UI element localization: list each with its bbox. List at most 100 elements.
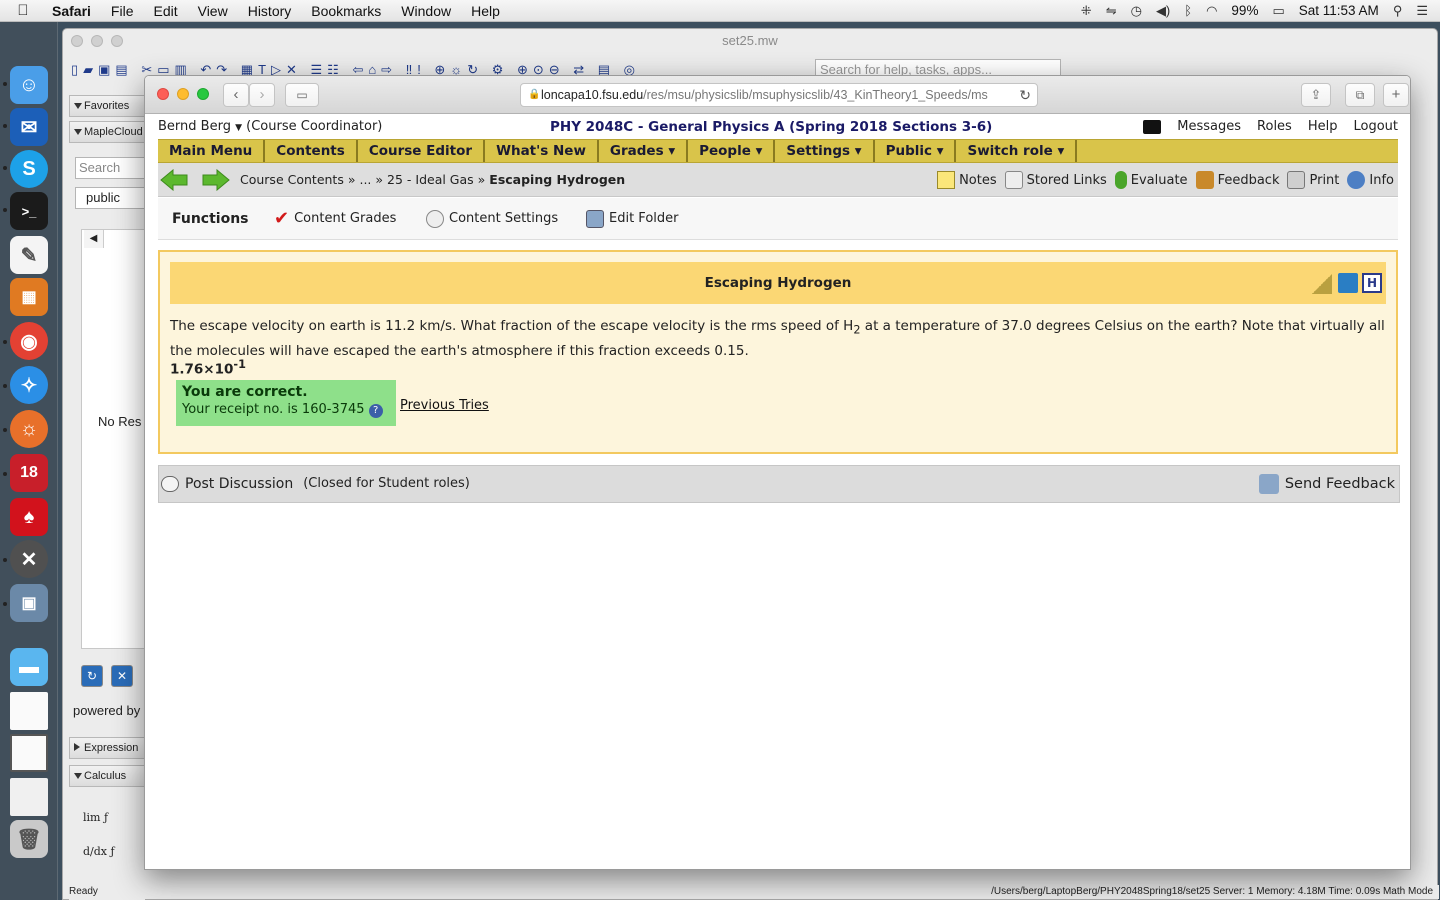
previous-tries-link[interactable]: Previous Tries [400,398,489,413]
maplecloud-panel-header[interactable]: MapleCloud [69,121,145,143]
inline-menu-icon[interactable] [1143,120,1162,134]
roles-link[interactable]: Roles [1257,115,1292,139]
safari-minimize-button[interactable] [177,88,189,100]
nav-settings[interactable]: Settings ▾ [775,140,875,162]
feedback-tool[interactable]: Feedback [1195,171,1279,189]
volume-icon[interactable]: ◀) [1156,3,1170,19]
nav-grades[interactable]: Grades ▾ [599,140,689,162]
menu-window[interactable]: Window [391,3,461,19]
maplecloud-search-input[interactable]: Search [75,157,145,179]
menu-history[interactable]: History [238,3,302,19]
hint-icon[interactable]: H [1362,273,1382,293]
breadcrumb-ellipsis[interactable]: ... [359,172,371,187]
nav-whats-new[interactable]: What's New [485,140,599,162]
address-bar[interactable]: 🔒 loncapa10.fsu.edu/res/msu/physicslib/m… [520,83,1038,107]
triangle-icon[interactable] [1312,274,1332,294]
document-thumbnail-1-icon[interactable] [10,692,48,730]
content-grades-link[interactable]: ✔ Content Grades [274,198,396,240]
time-machine-icon[interactable]: ◷ [1131,3,1142,19]
battery-percent[interactable]: 99% [1231,3,1258,18]
maple-minimize-button[interactable] [91,35,103,47]
textedit-icon[interactable]: ✎ [10,236,48,274]
calculator-icon[interactable]: ▦ [10,278,48,316]
wifi-icon[interactable]: ◠ [1206,3,1217,19]
firefox-running-dot [3,428,7,432]
logout-link[interactable]: Logout [1353,115,1398,139]
nav-main-menu[interactable]: Main Menu [158,140,266,162]
reload-icon[interactable]: ↻ [1019,84,1031,106]
breadcrumb-ideal-gas[interactable]: 25 - Ideal Gas [387,172,474,187]
favorites-panel-header[interactable]: Favorites [69,95,145,117]
spotlight-search-icon[interactable]: ⚲ [1393,3,1403,19]
edit-folder-link[interactable]: Edit Folder [586,198,678,240]
content-settings-link[interactable]: Content Settings [426,198,558,240]
send-feedback-button[interactable]: Send Feedback [1258,466,1395,502]
nav-switch-role[interactable]: Switch role ▾ [956,140,1078,162]
finder-icon[interactable]: ☺ [10,66,48,104]
refresh-icon[interactable]: ↻ [81,665,103,687]
maple-icon[interactable]: 18 [10,454,48,492]
tabs-overview-button[interactable]: ⧉ [1345,83,1375,107]
clock[interactable]: Sat 11:53 AM [1299,3,1379,18]
preview-icon[interactable]: ▣ [10,584,48,622]
post-discussion[interactable]: Post Discussion (Closed for Student roles… [161,466,470,502]
print-icon [1287,171,1306,189]
info-tool[interactable]: Info [1347,171,1394,189]
help-question-icon[interactable]: ? [368,404,383,418]
stored-links-tool[interactable]: Stored Links [1004,171,1107,189]
messages-link[interactable]: Messages [1177,115,1241,139]
calculus-panel-header[interactable]: Calculus [69,765,145,787]
print-tool[interactable]: Print [1287,171,1339,189]
user-name[interactable]: Bernd Berg ▼ [158,119,242,134]
previous-resource-arrow-icon[interactable] [160,169,188,191]
forward-button[interactable]: › [249,83,275,107]
menu-edit[interactable]: Edit [143,3,187,19]
email-icon[interactable] [1338,273,1358,293]
maple-close-button[interactable] [71,35,83,47]
apple-menu-icon[interactable]:  [0,2,46,19]
maple-zoom-button[interactable] [111,35,123,47]
scroll-left-icon[interactable]: ◀ [84,230,104,248]
acrobat-icon[interactable]: ♠ [10,498,48,536]
share-button[interactable]: ⇪ [1301,83,1331,107]
menu-help[interactable]: Help [461,3,510,19]
document-thumbnail-3-icon[interactable] [10,778,48,816]
cancel-icon[interactable]: ✕ [111,665,133,687]
calculus-palette[interactable]: lim ƒ d/dx ƒ [83,801,115,869]
safari-icon[interactable]: ✧ [10,366,48,404]
notification-center-icon[interactable]: ☰ [1416,3,1428,19]
grid-icon[interactable]: ⁜ [1081,3,1092,19]
breadcrumb-course-contents[interactable]: Course Contents [240,172,344,187]
nav-people[interactable]: People ▾ [688,140,776,162]
evaluate-tool[interactable]: Evaluate [1114,171,1188,189]
sidebar-toggle-button[interactable]: ▭ [285,83,319,107]
document-thumbnail-2-icon[interactable] [10,734,48,772]
expression-panel-header[interactable]: Expression [69,737,145,759]
menu-bookmarks[interactable]: Bookmarks [301,3,391,19]
bluetooth-icon[interactable]: ᛒ [1184,3,1192,18]
trash-icon[interactable]: 🗑 [10,820,48,858]
firefox-icon[interactable]: ☼ [10,410,48,448]
next-resource-arrow-icon[interactable] [202,169,230,191]
nav-course-editor[interactable]: Course Editor [358,140,486,162]
menu-file[interactable]: File [101,3,144,19]
menu-app-safari[interactable]: Safari [46,3,101,19]
x11-icon[interactable]: ✕ [10,540,48,578]
nav-contents[interactable]: Contents [265,140,358,162]
back-button[interactable]: ‹ [223,83,249,107]
terminal-icon[interactable]: >_ [10,192,48,230]
safari-close-button[interactable] [157,88,169,100]
sync-icon[interactable]: ⇋ [1106,3,1117,19]
skype-icon[interactable]: S [10,150,48,188]
nav-public[interactable]: Public ▾ [875,140,957,162]
thunderbird-icon[interactable]: ✉ [10,108,48,146]
resource-tools: Notes Stored Links Evaluate Feedback Pri… [937,163,1394,197]
safari-zoom-button[interactable] [197,88,209,100]
menu-view[interactable]: View [188,3,238,19]
help-link[interactable]: Help [1308,115,1338,139]
new-tab-button[interactable]: + [1383,83,1409,107]
chrome-icon[interactable]: ◉ [10,322,48,360]
maplecloud-group-select[interactable]: public [75,187,145,209]
notes-tool[interactable]: Notes [937,171,997,189]
folder-icon[interactable]: ▬ [10,648,48,686]
